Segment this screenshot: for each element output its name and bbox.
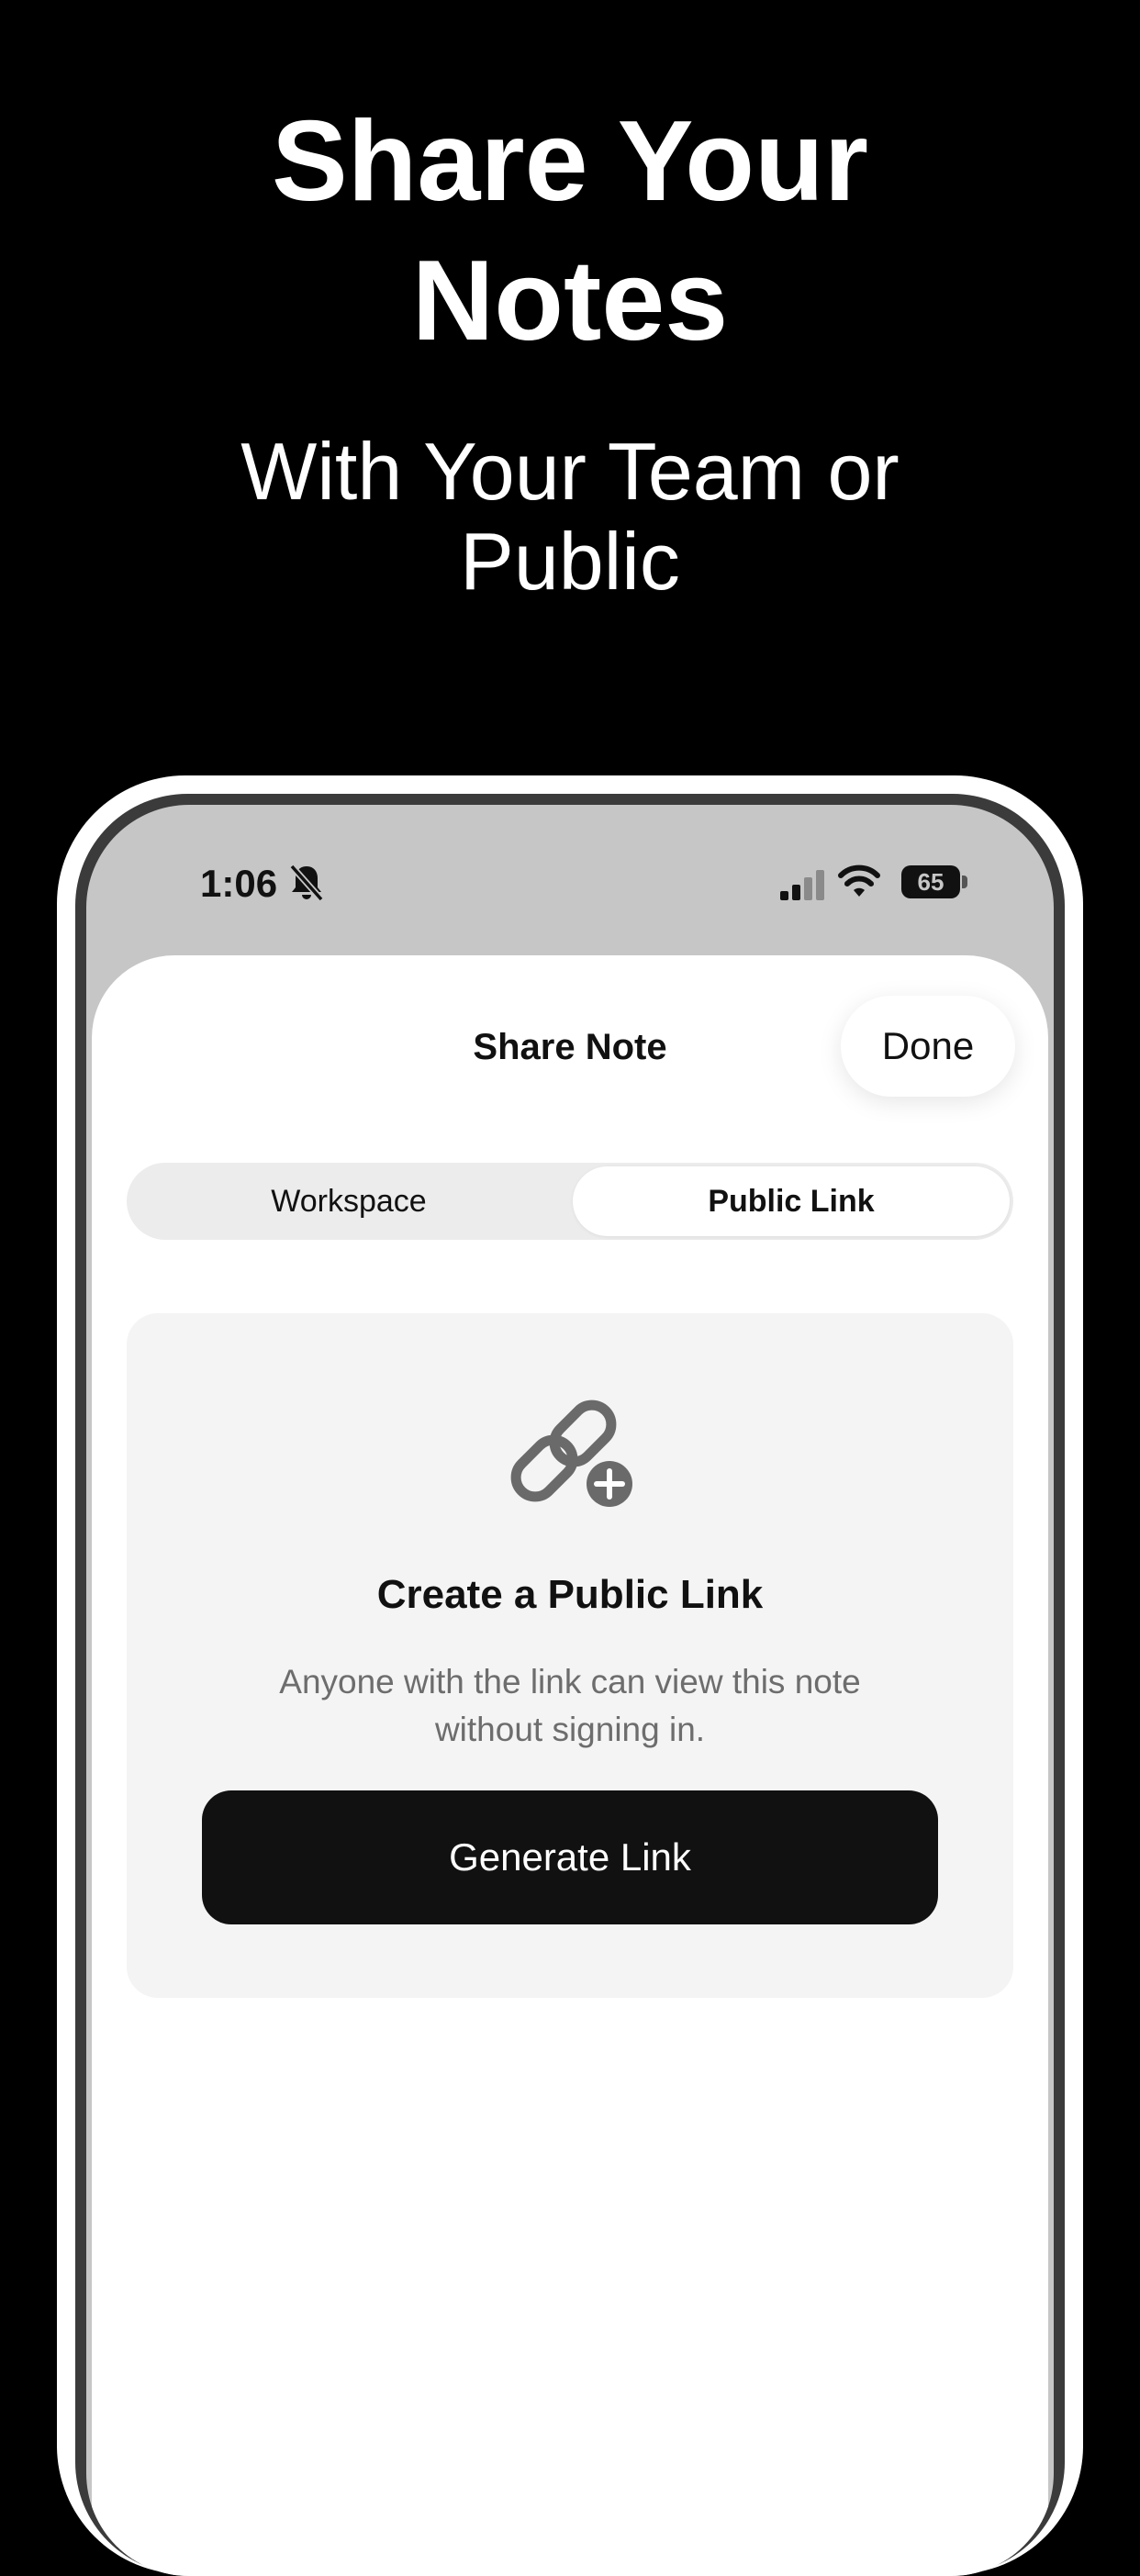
link-add-icon [510, 1400, 637, 1511]
share-sheet: Share Note Done Workspace Public Link Cr… [92, 955, 1048, 2576]
share-mode-segmented-control: Workspace Public Link [127, 1163, 1013, 1240]
bell-off-icon [289, 864, 324, 901]
wifi-icon [838, 864, 880, 897]
status-time: 1:06 [200, 862, 278, 905]
battery-tip [962, 875, 967, 888]
card-description: Anyone with the link can view this note … [279, 1663, 861, 1748]
cellular-signal-icon [780, 870, 824, 900]
generate-link-button[interactable]: Generate Link [202, 1790, 938, 1924]
battery-icon: 65 [901, 865, 967, 898]
promo-subtitle: With Your Team or Public [0, 427, 1140, 607]
battery-level: 65 [901, 865, 960, 898]
tab-workspace[interactable]: Workspace [130, 1166, 567, 1236]
done-button[interactable]: Done [841, 996, 1015, 1097]
promo-subtitle-text: With Your Team or Public [240, 426, 900, 607]
tab-public-link[interactable]: Public Link [573, 1166, 1010, 1236]
phone-screen: 1:06 65 Share Note Done Workspace Public… [86, 805, 1054, 2576]
public-link-card: Create a Public Link Anyone with the lin… [127, 1313, 1013, 1998]
promo-title-text: Share Your Notes [271, 98, 869, 364]
promo-title: Share Your Notes [0, 92, 1140, 371]
card-heading: Create a Public Link [376, 1572, 764, 1617]
